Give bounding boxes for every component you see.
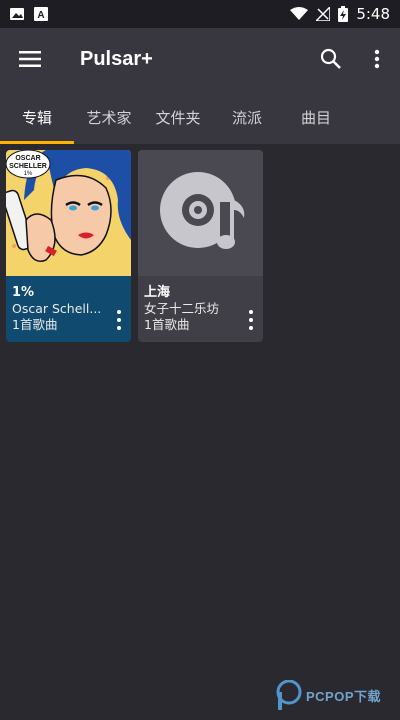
text-a-icon: A bbox=[34, 7, 48, 21]
tab-bar: 专辑 艺术家 文件夹 流派 曲目 bbox=[0, 90, 400, 144]
album-artist: 女子十二乐坊 bbox=[144, 301, 220, 316]
tab-genres[interactable]: 流派 bbox=[212, 90, 282, 144]
watermark-text: PCPOP下载 bbox=[306, 688, 382, 704]
album-artist: Oscar Schell... bbox=[12, 301, 102, 316]
svg-text:SCHELLER: SCHELLER bbox=[9, 163, 47, 170]
more-vert-icon bbox=[374, 49, 380, 69]
menu-button[interactable] bbox=[0, 28, 60, 90]
image-icon bbox=[10, 8, 24, 20]
hamburger-menu-icon bbox=[19, 51, 41, 67]
album-song-count: 1首歌曲 bbox=[144, 317, 190, 332]
battery-charging-icon bbox=[338, 6, 349, 22]
album-art bbox=[138, 150, 263, 276]
album-song-count: 1首歌曲 bbox=[12, 317, 58, 332]
album-title: 1% bbox=[12, 285, 35, 300]
tab-artists[interactable]: 艺术家 bbox=[74, 90, 144, 144]
album-title: 上海 bbox=[144, 285, 171, 300]
album-more-button[interactable] bbox=[245, 310, 257, 330]
album-more-button[interactable] bbox=[113, 310, 125, 330]
app-title: Pulsar+ bbox=[80, 47, 153, 70]
clock: 5:48 bbox=[356, 5, 390, 23]
search-icon bbox=[320, 48, 341, 69]
no-signal-icon bbox=[316, 7, 331, 21]
app-bar: Pulsar+ bbox=[0, 28, 400, 90]
album-art: OSCAR SCHELLER 1% bbox=[6, 150, 131, 276]
svg-text:A: A bbox=[37, 10, 44, 21]
svg-text:1%: 1% bbox=[24, 171, 33, 177]
pcpop-logo-icon bbox=[276, 680, 302, 710]
album-card[interactable]: 上海 女子十二乐坊 1首歌曲 bbox=[138, 150, 263, 342]
album-card[interactable]: OSCAR SCHELLER 1% 1% Oscar Schell... 1首歌… bbox=[6, 150, 131, 342]
tab-tracks[interactable]: 曲目 bbox=[282, 90, 350, 144]
more-options-button[interactable] bbox=[354, 28, 400, 90]
tab-albums[interactable]: 专辑 bbox=[0, 90, 74, 144]
status-bar: A 5:48 bbox=[0, 0, 400, 28]
svg-text:OSCAR: OSCAR bbox=[15, 155, 40, 162]
album-info: 1% Oscar Schell... 1首歌曲 bbox=[6, 276, 131, 342]
album-cover-image: OSCAR SCHELLER 1% bbox=[6, 150, 131, 276]
album-music-placeholder-icon bbox=[160, 172, 245, 249]
wifi-icon bbox=[290, 7, 309, 20]
album-info: 上海 女子十二乐坊 1首歌曲 bbox=[138, 276, 263, 342]
search-button[interactable] bbox=[308, 28, 354, 90]
watermark: PCPOP下载 bbox=[276, 680, 381, 710]
tab-folders[interactable]: 文件夹 bbox=[144, 90, 212, 144]
